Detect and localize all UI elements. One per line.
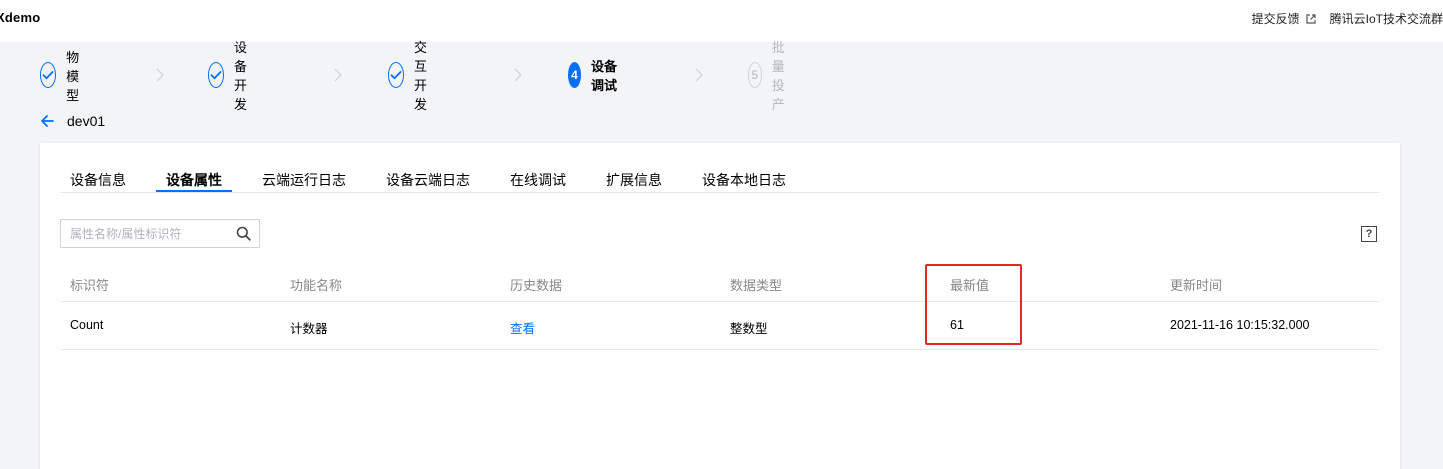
step-device-debug[interactable]: 4 设备调试: [568, 59, 617, 93]
tab-cloud-run-log[interactable]: 云端运行日志: [262, 170, 346, 190]
cell-update-time: 2021-11-16 10:15:32.000: [1170, 318, 1310, 332]
properties-table: 标识符 功能名称 历史数据 数据类型 最新值 更新时间 Count 计数器 查看…: [60, 263, 1380, 350]
back-arrow-icon[interactable]: [40, 114, 54, 128]
cell-function-name: 计数器: [290, 322, 328, 336]
column-header: 功能名称: [290, 278, 343, 293]
chevron-right-icon: [695, 68, 703, 82]
step-label: 物模型: [66, 49, 80, 103]
feedback-link[interactable]: 提交反馈: [1252, 10, 1316, 27]
column-header: 数据类型: [730, 278, 783, 293]
device-properties-card: 设备信息 设备属性 云端运行日志 设备云端日志 在线调试 扩展信息 设备本地日志…: [40, 143, 1400, 469]
tab-bar: 设备信息 设备属性 云端运行日志 设备云端日志 在线调试 扩展信息 设备本地日志: [60, 163, 1380, 193]
search-box: [60, 219, 260, 248]
tab-device-info[interactable]: 设备信息: [70, 170, 126, 190]
step-check-icon: [208, 62, 224, 88]
search-icon[interactable]: [236, 226, 251, 241]
step-mass-production[interactable]: 5 批量投产: [748, 40, 797, 112]
step-number: 4: [568, 62, 581, 88]
top-bar: Xdemo 提交反馈 腾讯云IoT技术交流群: [0, 0, 1443, 42]
tab-device-properties[interactable]: 设备属性: [166, 170, 222, 190]
app-title: Xdemo: [0, 10, 41, 25]
step-label: 批量投产: [771, 40, 785, 112]
tab-device-cloud-log[interactable]: 设备云端日志: [386, 170, 470, 190]
community-link[interactable]: 腾讯云IoT技术交流群: [1330, 10, 1443, 27]
feedback-label: 提交反馈: [1251, 12, 1300, 26]
chevron-right-icon: [156, 68, 164, 82]
column-header: 标识符: [70, 278, 110, 293]
step-check-icon: [388, 62, 404, 88]
step-interaction-dev[interactable]: 交互开发: [388, 40, 437, 112]
column-header: 历史数据: [510, 278, 563, 293]
annotation-highlight-box: [925, 264, 1022, 345]
step-label: 交互开发: [414, 40, 428, 112]
view-history-link[interactable]: 查看: [510, 318, 535, 337]
cell-identifier: Count: [70, 318, 104, 332]
active-tab-indicator: [156, 190, 232, 192]
tab-extended-info[interactable]: 扩展信息: [606, 170, 662, 190]
step-label: 设备调试: [591, 59, 618, 93]
chevron-right-icon: [514, 68, 522, 82]
table-header: 标识符 功能名称 历史数据 数据类型 最新值 更新时间: [60, 263, 1380, 302]
step-label: 设备开发: [234, 40, 248, 112]
device-header: dev01: [40, 113, 105, 129]
step-check-icon: [40, 62, 57, 88]
cell-data-type: 整数型: [730, 322, 768, 336]
device-name: dev01: [67, 113, 106, 129]
step-number: 5: [748, 62, 762, 88]
tab-device-local-log[interactable]: 设备本地日志: [702, 170, 786, 190]
step-device-dev[interactable]: 设备开发: [208, 40, 257, 112]
table-row: Count 计数器 查看 整数型 61 2021-11-16 10:15:32.…: [60, 302, 1380, 350]
top-links: 提交反馈 腾讯云IoT技术交流群: [1252, 10, 1443, 27]
external-link-icon: [1306, 13, 1316, 24]
chevron-right-icon: [334, 68, 342, 82]
step-thing-model[interactable]: 物模型: [40, 50, 89, 103]
search-input[interactable]: [61, 220, 231, 247]
column-header: 更新时间: [1170, 278, 1223, 293]
tab-online-debug[interactable]: 在线调试: [510, 170, 566, 190]
help-icon[interactable]: ?: [1361, 226, 1377, 242]
